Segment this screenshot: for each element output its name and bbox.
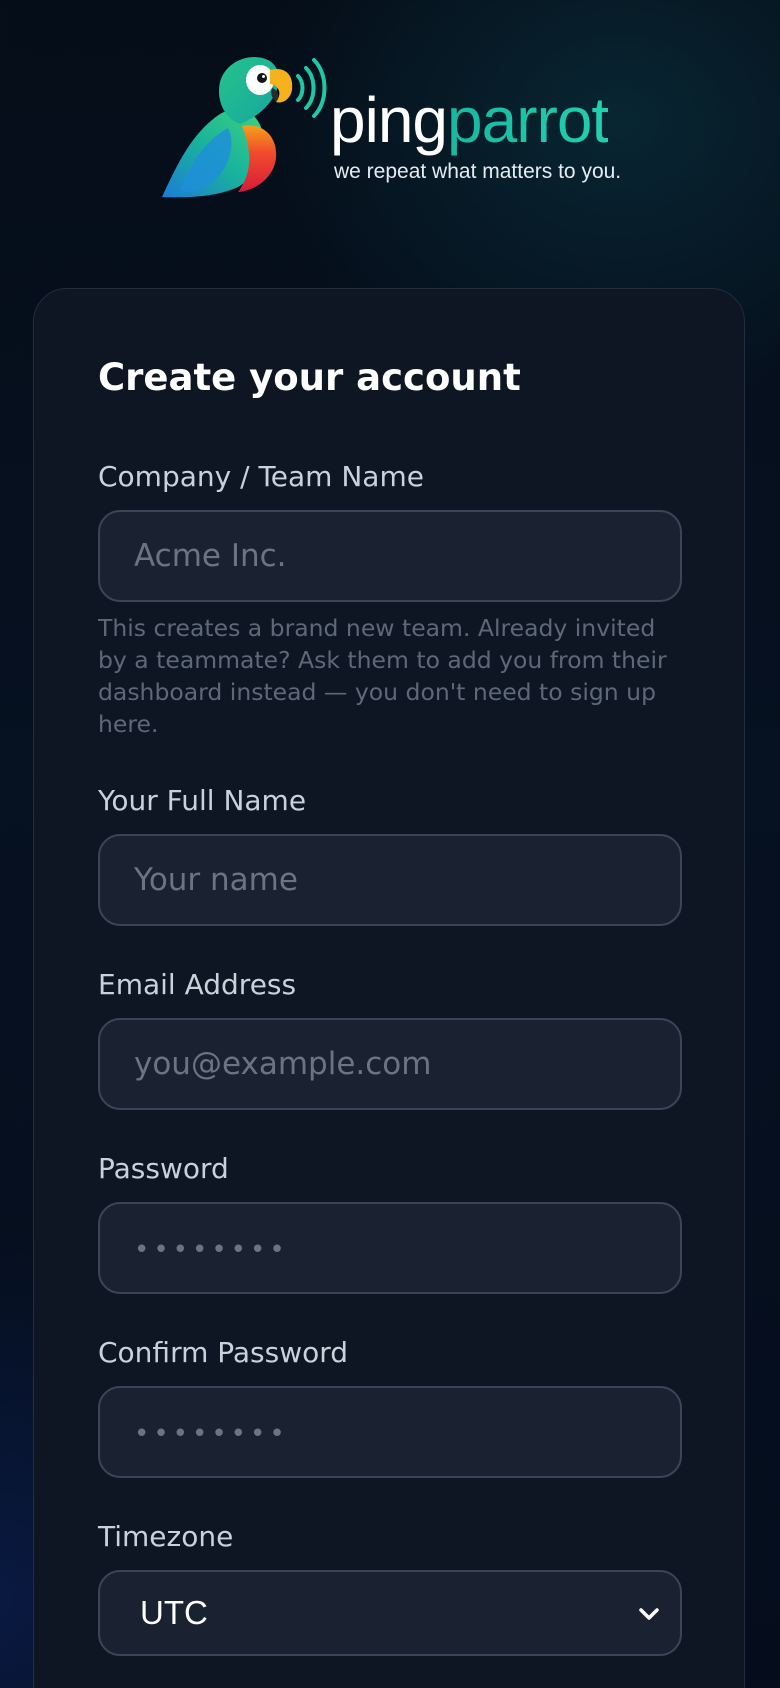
company-help-text: This creates a brand new team. Already i…: [98, 614, 667, 738]
full-name-label: Your Full Name: [98, 784, 307, 817]
company-name-label: Company / Team Name: [98, 460, 424, 493]
brand-name-ping: ping: [330, 84, 448, 156]
email-input[interactable]: [98, 1018, 682, 1110]
brand-name-parrot: parrot: [447, 84, 609, 156]
brand-tagline: we repeat what matters to you.: [334, 160, 622, 183]
confirm-password-input[interactable]: [98, 1386, 682, 1478]
parrot-logo-icon: [162, 56, 327, 198]
password-input[interactable]: [98, 1202, 682, 1294]
full-name-input[interactable]: [98, 834, 682, 926]
form-title: Create your account: [98, 356, 521, 399]
email-label: Email Address: [98, 968, 297, 1001]
brand-logo: pingparrot we repeat what matters to you…: [158, 52, 628, 202]
timezone-select[interactable]: UTC: [98, 1570, 682, 1656]
company-name-input[interactable]: [98, 510, 682, 602]
password-label: Password: [98, 1152, 229, 1185]
chevron-down-icon: [639, 1608, 659, 1620]
brand-name: pingparrot: [330, 88, 609, 152]
timezone-selected-value: UTC: [140, 1594, 208, 1631]
timezone-label: Timezone: [98, 1520, 234, 1553]
confirm-password-label: Confirm Password: [98, 1336, 349, 1369]
